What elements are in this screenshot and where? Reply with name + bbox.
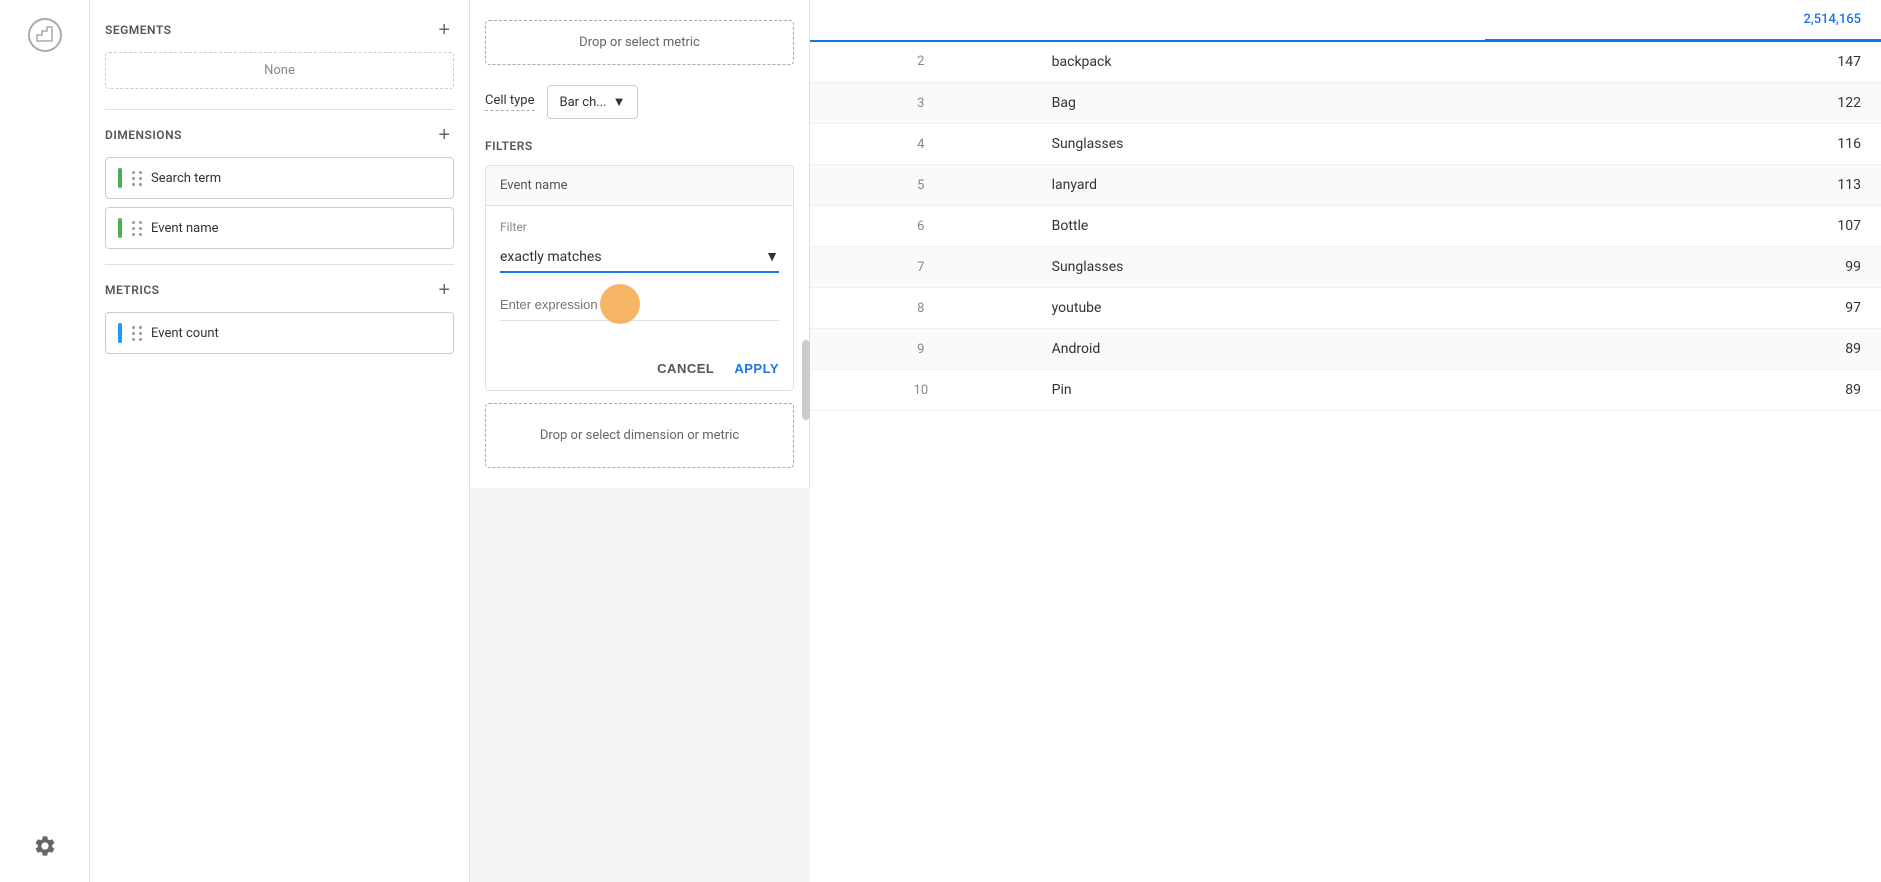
metrics-header: METRICS +: [105, 280, 454, 300]
cell-value: 89: [1485, 370, 1881, 411]
cell-name: Bottle: [1032, 206, 1485, 247]
cell-rank: 3: [810, 83, 1032, 124]
cell-rank: 9: [810, 329, 1032, 370]
analytics-icon: [20, 10, 70, 60]
table-row: 4 Sunglasses 116: [810, 124, 1881, 165]
filter-operator-value: exactly matches: [500, 249, 602, 265]
filters-title: FILTERS: [485, 139, 794, 153]
dimensions-header: DIMENSIONS +: [105, 125, 454, 145]
sidebar: [0, 0, 90, 882]
drop-dimension-metric-label: Drop or select dimension or metric: [540, 428, 739, 443]
drop-dimension-metric-box[interactable]: Drop or select dimension or metric: [485, 403, 794, 468]
cell-name: backpack: [1032, 41, 1485, 83]
cell-type-row: Cell type Bar ch... ▼: [485, 85, 794, 119]
add-segment-button[interactable]: +: [434, 20, 454, 40]
cell-rank: 10: [810, 370, 1032, 411]
cell-type-value: Bar ch...: [560, 95, 607, 110]
drop-metric-label: Drop or select metric: [579, 35, 700, 50]
cell-rank: 5: [810, 165, 1032, 206]
table-row: 3 Bag 122: [810, 83, 1881, 124]
cell-type-select[interactable]: Bar ch... ▼: [547, 85, 639, 119]
col-header-value[interactable]: 2,514,165: [1485, 0, 1881, 41]
dimension-event-name[interactable]: Event name: [105, 207, 454, 249]
add-metric-button[interactable]: +: [434, 280, 454, 300]
cell-value: 122: [1485, 83, 1881, 124]
table-row: 8 youtube 97: [810, 288, 1881, 329]
add-dimension-button[interactable]: +: [434, 125, 454, 145]
cell-name: Sunglasses: [1032, 124, 1485, 165]
cell-value: 147: [1485, 41, 1881, 83]
metric-label: Event count: [151, 326, 219, 341]
cell-rank: 6: [810, 206, 1032, 247]
cell-rank: 7: [810, 247, 1032, 288]
segments-header: SEGMENTS +: [105, 20, 454, 40]
segments-title: SEGMENTS: [105, 23, 171, 37]
filter-body: Filter exactly matches ▼ CANCEL APPLY: [486, 206, 793, 390]
metric-indicator: [118, 323, 122, 343]
gear-icon[interactable]: [33, 834, 57, 862]
filter-field-label: Event name: [486, 166, 793, 206]
data-table: 2,514,165 2 backpack 147 3 Bag 122 4 Sun…: [810, 0, 1881, 411]
dimension-label: Search term: [151, 171, 221, 186]
filter-expression-input[interactable]: [500, 289, 779, 321]
table-body: 2 backpack 147 3 Bag 122 4 Sunglasses 11…: [810, 41, 1881, 411]
cell-name: Pin: [1032, 370, 1485, 411]
filter-operator-select[interactable]: exactly matches ▼: [500, 242, 779, 273]
cell-value: 107: [1485, 206, 1881, 247]
table-row: 5 lanyard 113: [810, 165, 1881, 206]
dimension-indicator-2: [118, 218, 122, 238]
filter-dropdown-icon: ▼: [765, 248, 779, 265]
drop-metric-box[interactable]: Drop or select metric: [485, 20, 794, 65]
drag-handle-2: [132, 221, 143, 236]
cell-type-label: Cell type: [485, 93, 535, 111]
filter-label: Filter: [500, 220, 779, 234]
drag-handle: [132, 171, 143, 186]
cell-name: Sunglasses: [1032, 247, 1485, 288]
dimensions-title: DIMENSIONS: [105, 128, 182, 142]
filter-card: Event name Filter exactly matches ▼ CANC…: [485, 165, 794, 391]
metric-event-count[interactable]: Event count: [105, 312, 454, 354]
right-panel: 2,514,165 2 backpack 147 3 Bag 122 4 Sun…: [810, 0, 1881, 882]
cell-value: 89: [1485, 329, 1881, 370]
left-panel: SEGMENTS + None DIMENSIONS + Search term…: [90, 0, 470, 882]
divider-2: [105, 264, 454, 265]
table-header-row: 2,514,165: [810, 0, 1881, 41]
cancel-button[interactable]: CANCEL: [657, 361, 714, 376]
dimension-label-2: Event name: [151, 221, 219, 236]
chevron-down-icon: ▼: [613, 94, 626, 110]
table-row: 2 backpack 147: [810, 41, 1881, 83]
col-header-rank: [810, 0, 1032, 41]
col-header-name: [1032, 0, 1485, 41]
cell-value: 116: [1485, 124, 1881, 165]
metrics-title: METRICS: [105, 283, 160, 297]
filter-actions: CANCEL APPLY: [500, 361, 779, 376]
cell-rank: 8: [810, 288, 1032, 329]
cell-value: 99: [1485, 247, 1881, 288]
middle-panel: Drop or select metric Cell type Bar ch..…: [470, 0, 810, 488]
divider-1: [105, 109, 454, 110]
dimension-indicator: [118, 168, 122, 188]
cell-name: youtube: [1032, 288, 1485, 329]
apply-button[interactable]: APPLY: [734, 361, 779, 376]
table-row: 6 Bottle 107: [810, 206, 1881, 247]
expression-area: [500, 289, 779, 341]
cell-name: Android: [1032, 329, 1485, 370]
filters-section: FILTERS Event name Filter exactly matche…: [485, 139, 794, 391]
middle-panel-wrapper: Drop or select metric Cell type Bar ch..…: [470, 0, 810, 882]
drag-handle-3: [132, 326, 143, 341]
cell-value: 97: [1485, 288, 1881, 329]
dimension-search-term[interactable]: Search term: [105, 157, 454, 199]
table-row: 10 Pin 89: [810, 370, 1881, 411]
cell-name: Bag: [1032, 83, 1485, 124]
table-row: 9 Android 89: [810, 329, 1881, 370]
cell-name: lanyard: [1032, 165, 1485, 206]
cell-rank: 2: [810, 41, 1032, 83]
segment-none: None: [105, 52, 454, 89]
cell-rank: 4: [810, 124, 1032, 165]
table-row: 7 Sunglasses 99: [810, 247, 1881, 288]
scrollbar[interactable]: [802, 340, 810, 420]
cell-value: 113: [1485, 165, 1881, 206]
